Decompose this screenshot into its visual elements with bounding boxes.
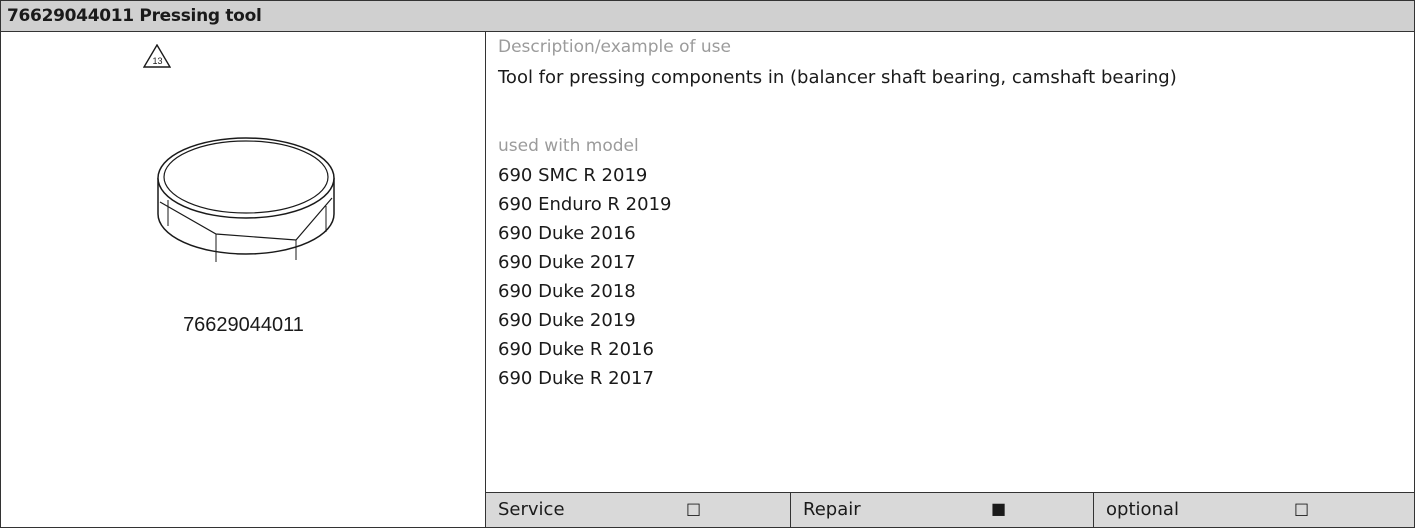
description-label: Description/example of use bbox=[498, 37, 732, 57]
model-item: 690 SMC R 2019 bbox=[498, 165, 648, 186]
usage-category-row: Service □ Repair ■ optional □ bbox=[486, 492, 1414, 527]
triangle-13-icon: 13 bbox=[143, 44, 171, 68]
optional-label: optional bbox=[1106, 499, 1179, 520]
pressing-tool-disc-drawing bbox=[157, 137, 335, 262]
optional-checkbox: □ bbox=[1294, 499, 1310, 518]
page-title: 76629044011 Pressing tool bbox=[7, 6, 262, 26]
title-bar: 76629044011 Pressing tool bbox=[1, 1, 1414, 32]
tool-info-cell: Description/example of use Tool for pres… bbox=[486, 32, 1414, 492]
model-item: 690 Enduro R 2019 bbox=[498, 194, 672, 215]
model-item: 690 Duke 2019 bbox=[498, 310, 636, 331]
repair-checkbox: ■ bbox=[991, 499, 1007, 518]
model-item: 690 Duke 2016 bbox=[498, 223, 636, 244]
repair-cell: Repair ■ bbox=[791, 493, 1094, 527]
optional-cell: optional □ bbox=[1094, 493, 1414, 527]
models-label: used with model bbox=[498, 136, 639, 156]
repair-label: Repair bbox=[803, 499, 861, 520]
service-cell: Service □ bbox=[486, 493, 791, 527]
tool-sheet: 76629044011 Pressing tool 13 76629044011… bbox=[0, 0, 1415, 528]
model-item: 690 Duke 2017 bbox=[498, 252, 636, 273]
tool-image-cell: 13 76629044011 bbox=[1, 32, 486, 527]
service-checkbox: □ bbox=[686, 499, 702, 518]
model-item: 690 Duke 2018 bbox=[498, 281, 636, 302]
model-item: 690 Duke R 2017 bbox=[498, 368, 654, 389]
service-label: Service bbox=[498, 499, 565, 520]
model-item: 690 Duke R 2016 bbox=[498, 339, 654, 360]
part-number-label: 76629044011 bbox=[183, 314, 304, 336]
warning-number: 13 bbox=[152, 56, 162, 66]
description-text: Tool for pressing components in (balance… bbox=[498, 67, 1177, 88]
